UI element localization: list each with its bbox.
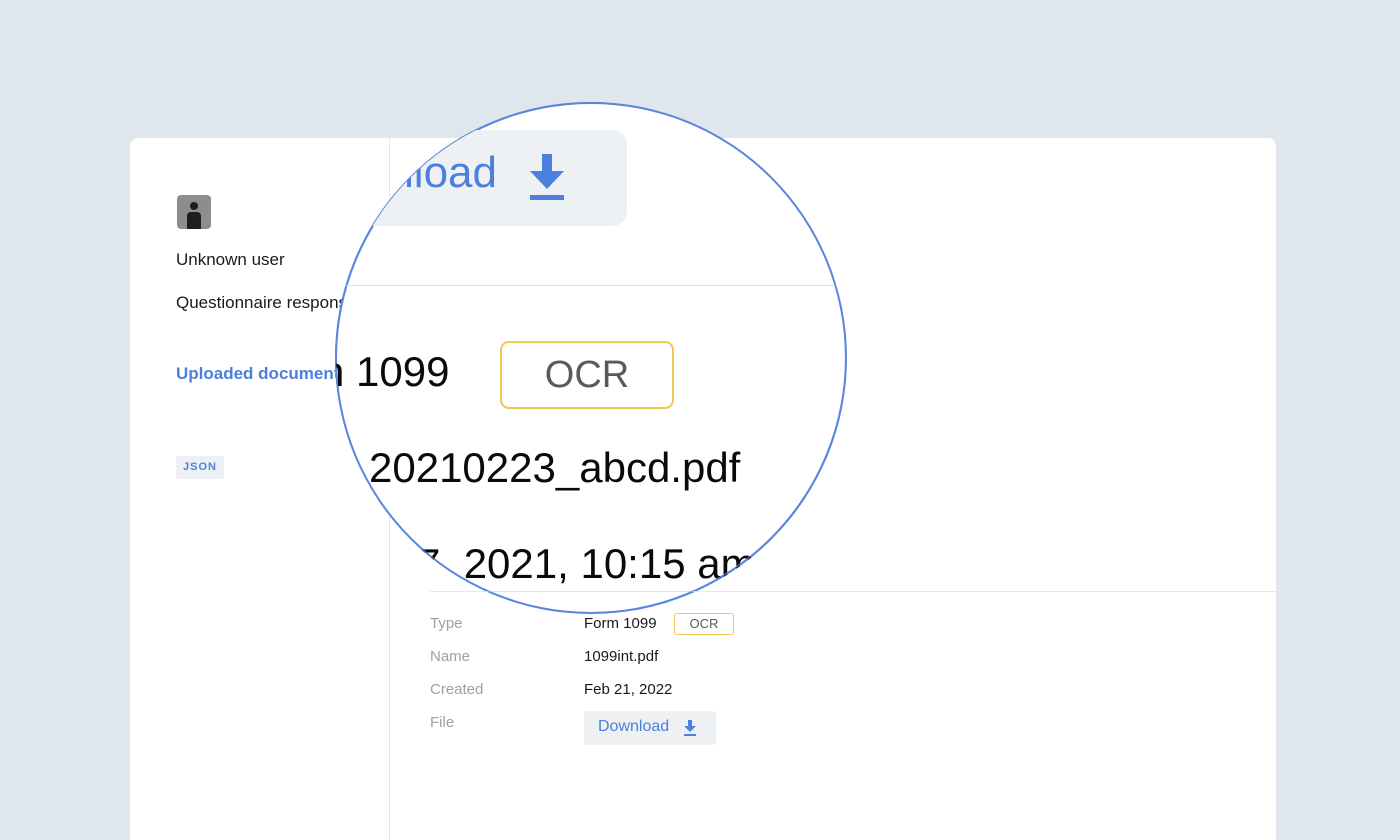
file-label: File bbox=[430, 714, 455, 731]
download-icon bbox=[684, 720, 696, 736]
download-icon bbox=[530, 154, 564, 200]
type-label: Type bbox=[430, 615, 463, 632]
magnified-ocr-badge: OCR bbox=[500, 341, 674, 409]
magnifier-lens: nload n 1099 OCR 20210223_abcd.pdf 7, 20… bbox=[335, 102, 847, 614]
user-avatar-icon bbox=[177, 195, 211, 229]
ocr-badge: OCR bbox=[674, 613, 734, 635]
name-label: Name bbox=[430, 648, 471, 665]
created-value: Feb 21, 2022 bbox=[584, 681, 673, 698]
magnified-divider bbox=[335, 285, 847, 286]
magnified-form-type: n 1099 bbox=[335, 348, 450, 395]
magnified-download-button: nload bbox=[335, 130, 627, 226]
download-label: Download bbox=[598, 718, 670, 735]
name-value: 1099int.pdf bbox=[584, 648, 659, 665]
magnified-download-label: nload bbox=[389, 148, 497, 197]
created-label: Created bbox=[430, 681, 484, 698]
json-button[interactable]: JSON bbox=[176, 456, 224, 479]
magnified-created: 7, 2021, 10:15 am bbox=[417, 540, 756, 587]
type-value: Form 1099 bbox=[584, 615, 657, 632]
download-button[interactable]: Download bbox=[584, 711, 716, 745]
magnified-filename: 20210223_abcd.pdf bbox=[369, 444, 741, 491]
magnified-divider-2 bbox=[335, 591, 847, 592]
